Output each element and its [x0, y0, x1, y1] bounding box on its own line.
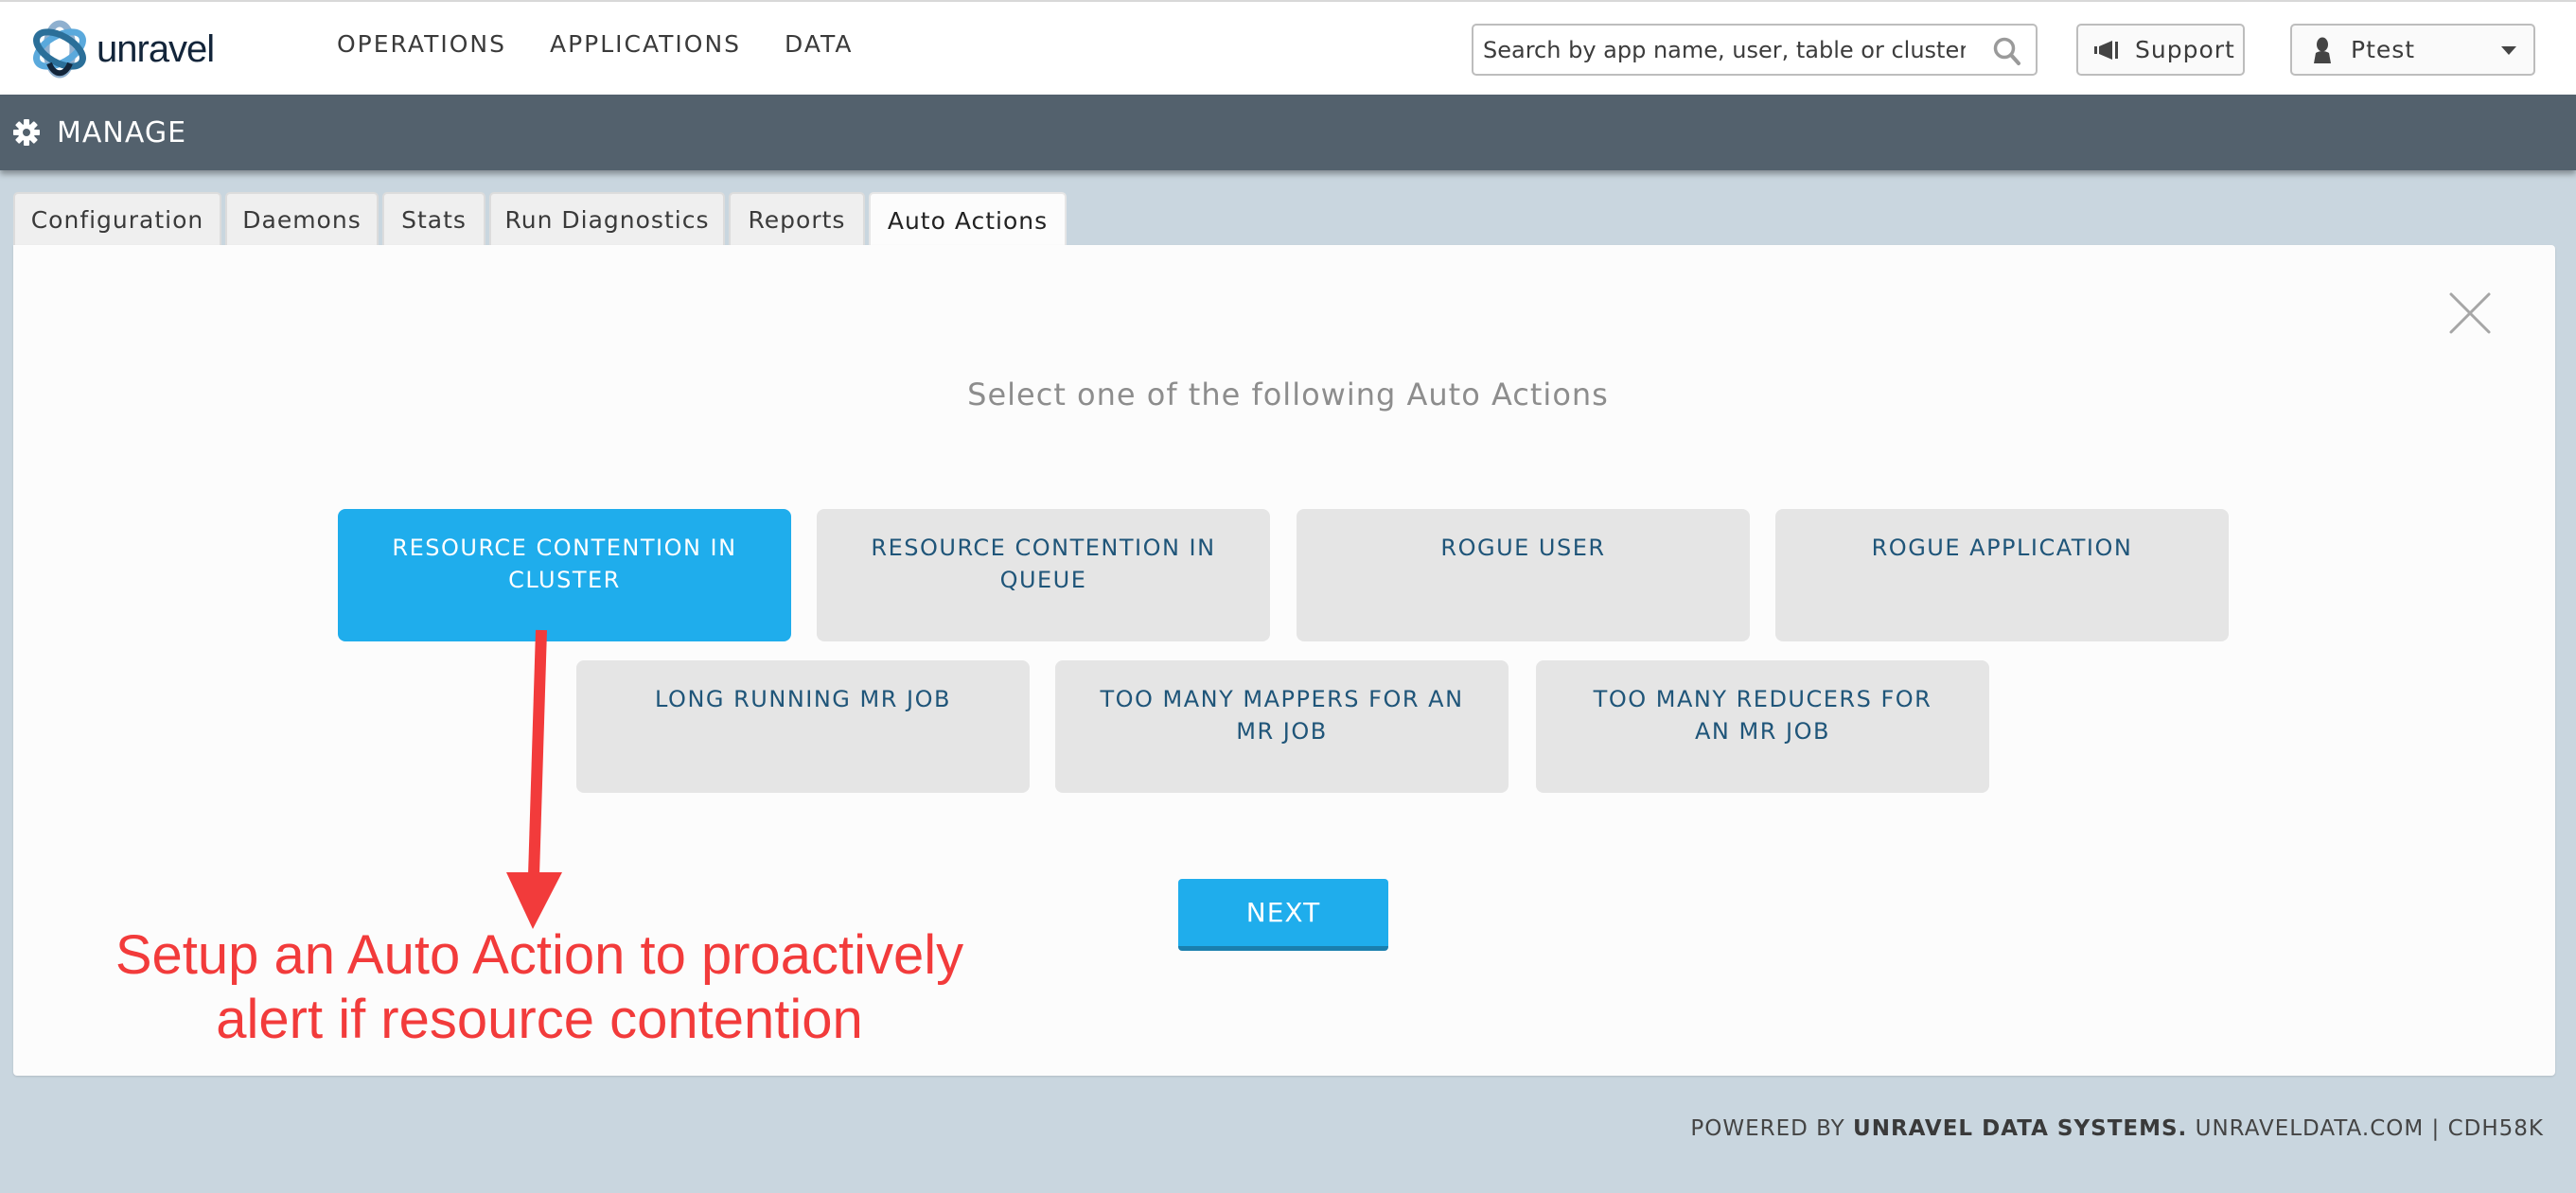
- logo-text: unravel: [97, 27, 215, 70]
- manage-bar: MANAGE: [0, 95, 2576, 170]
- footer: POWERED BY UNRAVEL DATA SYSTEMS. UNRAVEL…: [1690, 1116, 2544, 1141]
- chevron-down-icon: [2501, 46, 2516, 55]
- action-rogue-application[interactable]: ROGUE APPLICATION: [1775, 509, 2229, 641]
- close-icon[interactable]: [2448, 291, 2492, 335]
- search-input[interactable]: [1473, 26, 1966, 74]
- action-too-many-mappers[interactable]: TOO MANY MAPPERS FOR AN MR JOB: [1055, 660, 1509, 793]
- user-menu-dropdown[interactable]: Ptest: [2290, 24, 2535, 76]
- nav-operations[interactable]: OPERATIONS: [337, 30, 506, 58]
- annotation-text-line1: Setup an Auto Action to proactively: [115, 924, 964, 986]
- nav-applications[interactable]: APPLICATIONS: [550, 30, 741, 58]
- support-button[interactable]: Support: [2076, 24, 2245, 76]
- tab-reports[interactable]: Reports: [729, 192, 865, 246]
- support-label: Support: [2135, 36, 2235, 63]
- action-resource-contention-cluster[interactable]: RESOURCE CONTENTION IN CLUSTER: [338, 509, 791, 641]
- panel-title: Select one of the following Auto Actions: [967, 377, 1609, 412]
- next-button[interactable]: NEXT: [1178, 879, 1388, 951]
- unravel-logo[interactable]: unravel: [28, 17, 215, 81]
- tab-daemons[interactable]: Daemons: [225, 192, 379, 246]
- megaphone-icon: [2094, 40, 2118, 60]
- gear-icon: [13, 119, 40, 146]
- tab-configuration[interactable]: Configuration: [13, 192, 221, 246]
- page-title: MANAGE: [57, 115, 187, 149]
- search-box: [1472, 24, 2038, 76]
- action-rogue-user[interactable]: ROGUE USER: [1297, 509, 1750, 641]
- action-too-many-reducers[interactable]: TOO MANY REDUCERS FOR AN MR JOB: [1536, 660, 1989, 793]
- main-nav: OPERATIONS APPLICATIONS DATA: [337, 30, 896, 58]
- search-icon[interactable]: [1992, 36, 2022, 66]
- footer-suffix: UNRAVELDATA.COM | CDH58K: [2187, 1116, 2544, 1141]
- footer-prefix: POWERED BY: [1690, 1116, 1854, 1141]
- tab-run-diagnostics[interactable]: Run Diagnostics: [489, 192, 725, 246]
- tab-stats[interactable]: Stats: [382, 192, 485, 246]
- tab-auto-actions[interactable]: Auto Actions: [869, 192, 1067, 247]
- action-long-running-mr-job[interactable]: LONG RUNNING MR JOB: [576, 660, 1030, 793]
- annotation-text-line2: alert if resource contention: [216, 989, 863, 1050]
- top-header: unravel OPERATIONS APPLICATIONS DATA Sup…: [0, 0, 2576, 95]
- unravel-logo-icon: [33, 20, 86, 79]
- nav-data[interactable]: DATA: [785, 30, 853, 58]
- footer-company: UNRAVEL DATA SYSTEMS.: [1853, 1116, 2188, 1141]
- action-resource-contention-queue[interactable]: RESOURCE CONTENTION IN QUEUE: [817, 509, 1270, 641]
- user-icon: [2314, 37, 2331, 63]
- user-name: Ptest: [2351, 36, 2416, 63]
